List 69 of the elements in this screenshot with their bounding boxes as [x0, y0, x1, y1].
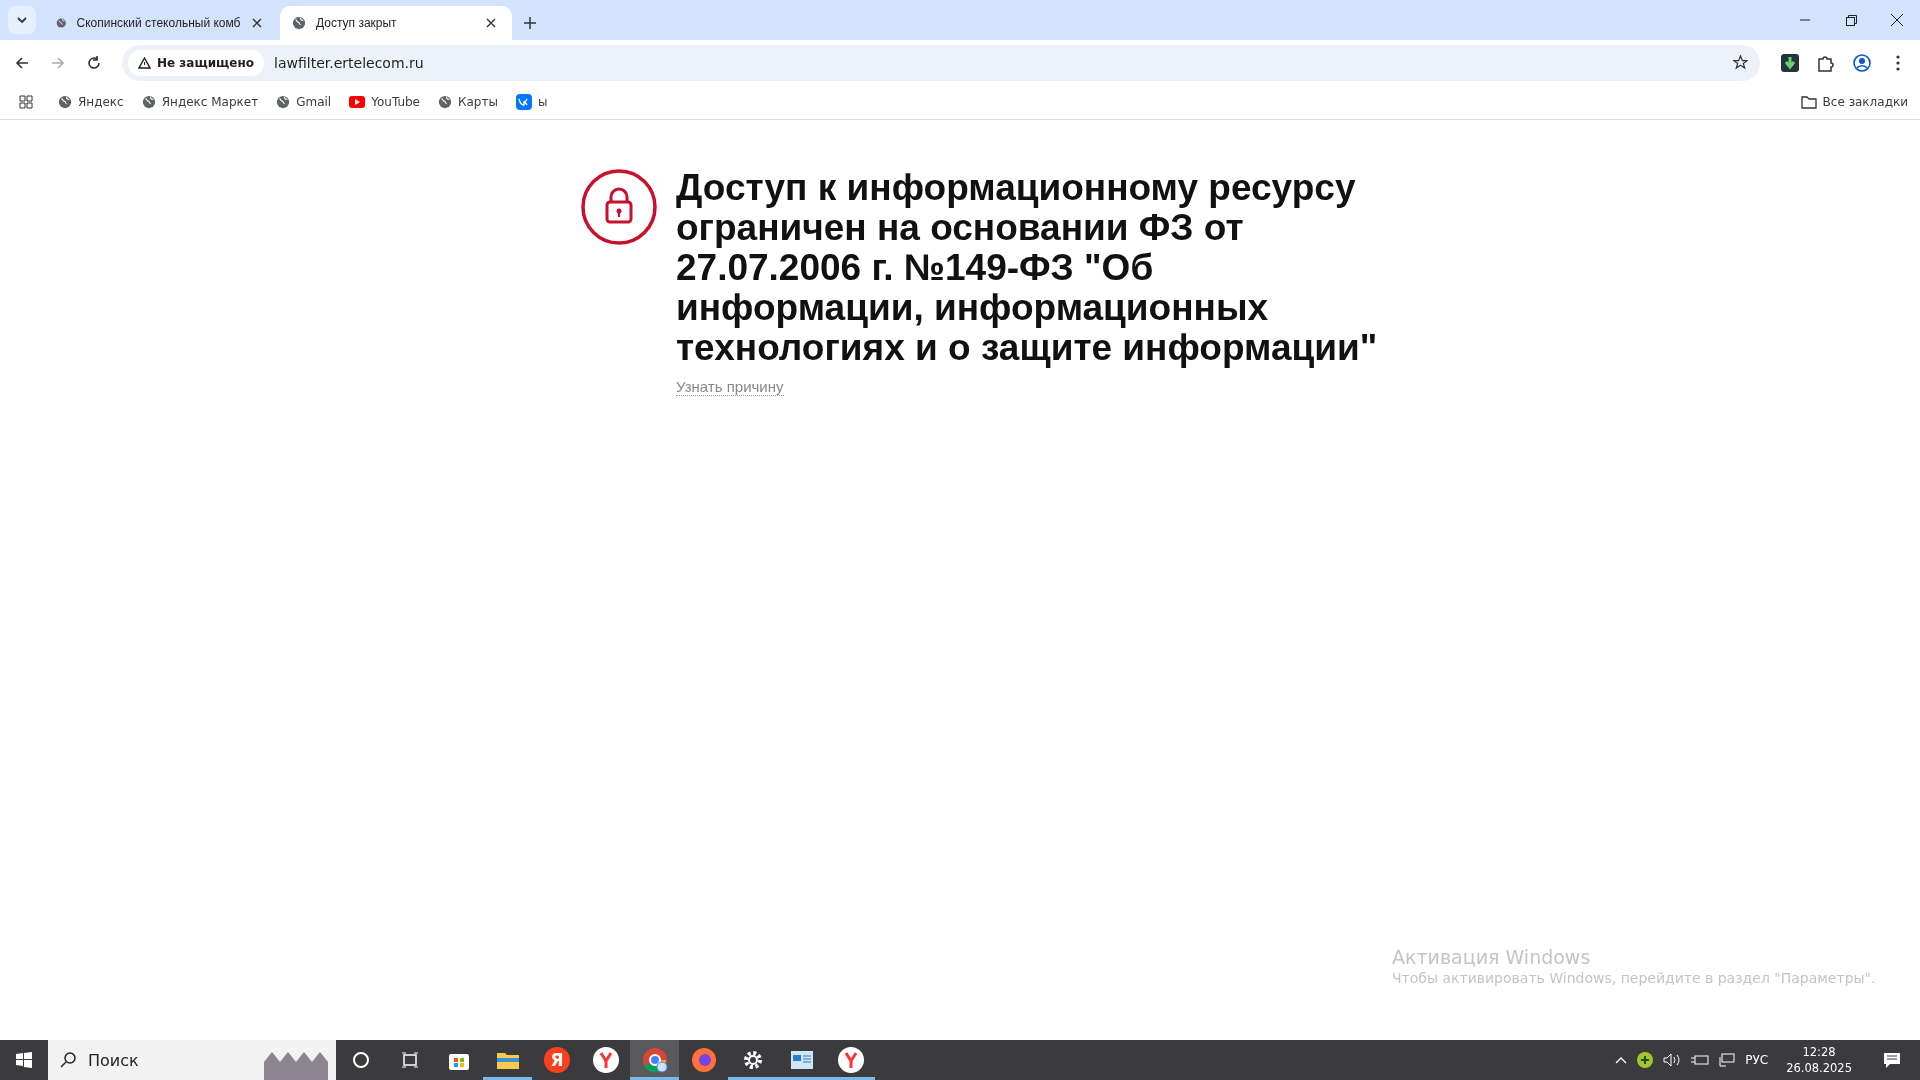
all-bookmarks-button[interactable]: Все закладки: [1800, 95, 1908, 109]
close-icon: [1891, 14, 1903, 26]
download-arrow-icon: [1781, 53, 1799, 72]
bookmark-link[interactable]: Карты: [438, 95, 498, 109]
globe-icon: [276, 95, 291, 109]
close-icon: [252, 18, 263, 28]
bookmark-link[interactable]: Яндекс: [58, 95, 124, 109]
chrome-logo-icon: [641, 1047, 668, 1073]
lock-icon: [580, 168, 658, 246]
tab-title: Скопинский стекольный комб: [76, 16, 241, 30]
bookmark-link[interactable]: Яндекс Маркет: [141, 95, 259, 109]
taskbar-app-button[interactable]: Я: [532, 1040, 581, 1080]
menu-dots-icon: [1896, 54, 1900, 71]
security-chip[interactable]: Не защищено: [128, 49, 265, 76]
globe-icon: [292, 16, 306, 30]
warning-icon: [138, 56, 151, 69]
activation-title: Активация Windows: [1392, 946, 1592, 968]
url-text: lawfilter.ertelecom.ru: [274, 54, 425, 71]
globe-icon: [438, 95, 452, 109]
bookmark-link[interactable]: Gmail: [276, 95, 332, 109]
reload-icon: [87, 55, 101, 70]
windows-logo-icon: [16, 1052, 32, 1068]
restore-icon: [1845, 14, 1857, 26]
plus-icon: [524, 17, 536, 29]
star-icon: [1732, 55, 1748, 70]
message-icon: [1883, 1051, 1901, 1069]
taskbar-search-field[interactable]: Поиск: [86, 1049, 210, 1071]
tab-list-button[interactable]: [8, 6, 36, 34]
tab-title: Доступ закрыт: [316, 16, 398, 30]
address-bar[interactable]: Не защищено lawfilter.ertelecom.ru: [122, 44, 1760, 81]
plus-circle-icon: [1637, 1052, 1654, 1068]
chevron-up-icon: [1615, 1056, 1628, 1064]
chevron-down-icon: [17, 17, 27, 23]
minimize-icon: [1800, 19, 1810, 21]
search-icon: [60, 1052, 76, 1068]
monitor-window-icon: [789, 1050, 814, 1070]
circle-icon: [351, 1051, 370, 1069]
browser-logo-icon: [837, 1047, 864, 1073]
bookmark-link[interactable]: YouTube: [349, 95, 420, 109]
browser-tab[interactable]: Скопинский стекольный комб: [44, 6, 276, 40]
globe-icon: [141, 95, 156, 109]
youtube-icon: [349, 96, 366, 108]
apps-grid-icon: [19, 95, 33, 109]
globe-icon: [58, 95, 72, 109]
browser-logo-icon: [592, 1047, 619, 1073]
taskbar-clock[interactable]: 12:28 26.08.2025: [1778, 1044, 1860, 1076]
forward-arrow-icon: [51, 55, 65, 70]
close-icon: [486, 18, 496, 28]
browser-tab[interactable]: Доступ закрыт: [280, 6, 512, 40]
firefox-logo-icon: [690, 1047, 717, 1073]
activation-text: Чтобы активировать Windows, перейдите в раздел "Параметры".: [1392, 970, 1876, 986]
taskbar-app-button[interactable]: [630, 1040, 679, 1080]
network-monitor-icon: [1719, 1053, 1736, 1067]
page-heading: Доступ к информационному ресурсу ограничен на основании ФЗ от 27.07.2006 г. №149-ФЗ "Об информации, информационных технологиях и о защите информации": [676, 168, 1379, 368]
speaker-icon: [1663, 1053, 1682, 1067]
bookmark-link[interactable]: ы: [515, 94, 548, 110]
yandex-logo-icon: Я: [543, 1047, 570, 1073]
task-view-icon: [400, 1052, 419, 1068]
reason-link[interactable]: Узнать причину: [676, 378, 784, 396]
globe-icon: [56, 16, 67, 30]
folder-icon: [495, 1050, 520, 1070]
battery-plug-icon: [1691, 1054, 1710, 1066]
vk-logo-icon: [515, 94, 532, 110]
settings-icon: [741, 1049, 764, 1071]
profile-icon: [1853, 53, 1871, 72]
puzzle-icon: [1817, 53, 1835, 72]
folder-icon: [1800, 95, 1817, 109]
language-indicator[interactable]: РУС: [1745, 1053, 1769, 1067]
back-arrow-icon: [15, 55, 29, 70]
